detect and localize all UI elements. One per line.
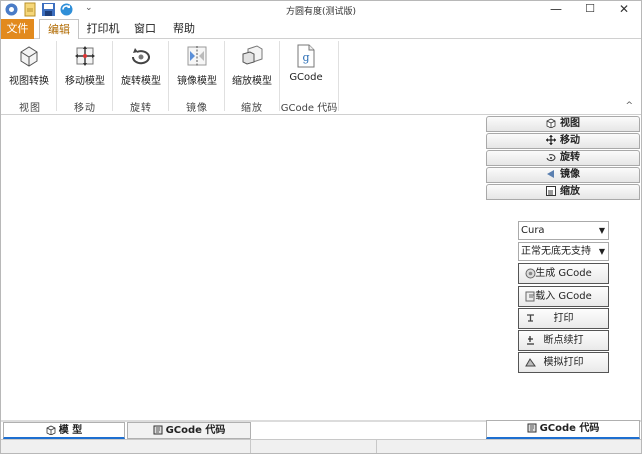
mirror-icon — [187, 46, 207, 66]
ribbon-scale-model-button[interactable]: 缩放模型 — [227, 41, 277, 93]
app-window: ⌄ 方圆有度(测试版) — ☐ ✕ 文件 编辑 打印机 窗口 帮助 视图转换 移… — [0, 0, 642, 454]
ribbon-button-label: 镜像模型 — [177, 76, 217, 87]
tab-label: GCode 代码 — [165, 425, 226, 436]
menu-help[interactable]: 帮助 — [167, 19, 201, 39]
group-label-rotate: 旋转 — [130, 103, 152, 114]
action-label: 断点续打 — [543, 335, 584, 346]
resume-print-button[interactable]: 断点续打 — [518, 330, 609, 351]
chevron-down-icon: ▼ — [598, 247, 605, 256]
svg-text:g: g — [302, 51, 309, 64]
panel-tab-label: 视图 — [560, 118, 580, 129]
slicer-select-value: Cura — [521, 225, 545, 236]
scale-icon — [242, 45, 263, 65]
tab-gcode-left[interactable]: GCode 代码 — [127, 422, 251, 439]
print-button[interactable]: 打印 — [518, 308, 609, 329]
panel-tab-view[interactable]: 视图 — [486, 116, 640, 132]
group-separator — [168, 41, 169, 111]
menu-window[interactable]: 窗口 — [128, 19, 162, 39]
chevron-down-icon: ▼ — [598, 226, 605, 235]
ribbon-mirror-model-button[interactable]: 镜像模型 — [172, 41, 222, 93]
ribbon-gcode-button[interactable]: g GCode — [284, 41, 328, 93]
group-separator — [112, 41, 113, 111]
status-segment — [1, 440, 251, 453]
panel-tab-rotate[interactable]: 旋转 — [486, 150, 640, 166]
group-label-gcode: GCode 代码 — [280, 103, 338, 114]
group-label-mirror: 镜像 — [186, 103, 208, 114]
ribbon-rotate-model-button[interactable]: 旋转模型 — [116, 41, 166, 93]
ribbon: 视图转换 移动模型 旋转模型 镜像模型 缩放模型 g GCode 视图 移动 旋… — [1, 39, 641, 115]
group-separator — [224, 41, 225, 111]
action-label: 生成 GCode — [535, 268, 592, 279]
move-icon — [75, 46, 95, 66]
scale-icon — [546, 186, 556, 196]
group-separator — [338, 41, 339, 111]
simulate-icon — [525, 358, 536, 367]
title-bar: ⌄ 方圆有度(测试版) — ☐ ✕ — [1, 1, 641, 19]
print-mode-select[interactable]: 正常无底无支持 ▼ — [518, 242, 609, 261]
tab-label: 模 型 — [58, 425, 83, 436]
ribbon-button-label: 旋转模型 — [121, 76, 161, 87]
simulate-print-button[interactable]: 模拟打印 — [518, 352, 609, 373]
status-bar — [1, 439, 641, 453]
load-gcode-button[interactable]: 载入 GCode — [518, 286, 609, 307]
gcode-file-icon — [153, 425, 163, 435]
minimize-button[interactable]: — — [539, 1, 573, 19]
tab-model[interactable]: 模 型 — [3, 422, 125, 439]
status-segment — [251, 440, 377, 453]
action-label: 模拟打印 — [543, 357, 584, 368]
cube-view-icon — [20, 46, 38, 67]
action-label: 载入 GCode — [535, 291, 592, 302]
menu-printer[interactable]: 打印机 — [83, 19, 123, 39]
panel-tab-move[interactable]: 移动 — [486, 133, 640, 149]
cube-icon — [46, 425, 56, 435]
generate-icon — [525, 268, 536, 279]
maximize-button[interactable]: ☐ — [573, 1, 607, 19]
close-button[interactable]: ✕ — [607, 1, 641, 19]
ribbon-button-label: 缩放模型 — [232, 76, 272, 87]
ribbon-move-model-button[interactable]: 移动模型 — [60, 41, 110, 93]
print-icon — [527, 314, 534, 322]
ribbon-button-label: 视图转换 — [9, 76, 49, 87]
group-label-move: 移动 — [74, 103, 96, 114]
menu-edit[interactable]: 编辑 — [39, 19, 79, 40]
slicer-select[interactable]: Cura ▼ — [518, 221, 609, 240]
panel-tab-label: 移动 — [560, 135, 580, 146]
ribbon-button-label: 移动模型 — [65, 76, 105, 87]
resume-icon — [527, 336, 534, 345]
group-separator — [56, 41, 57, 111]
move-arrows-icon — [546, 135, 556, 145]
gcode-file-icon — [527, 423, 537, 433]
mirror-icon — [547, 170, 554, 178]
menu-bar: 文件 编辑 打印机 窗口 帮助 — [1, 19, 641, 40]
tab-label: GCode 代码 — [539, 423, 600, 434]
rotate-icon — [131, 48, 150, 65]
panel-tab-mirror[interactable]: 镜像 — [486, 167, 640, 183]
group-label-view: 视图 — [19, 103, 41, 114]
panel-tab-scale[interactable]: 缩放 — [486, 184, 640, 200]
action-label: 打印 — [553, 313, 574, 324]
gcode-file-icon: g — [297, 44, 315, 68]
panel-tab-label: 镜像 — [560, 169, 580, 180]
rotate-icon — [546, 154, 556, 162]
cube-icon — [546, 118, 556, 128]
panel-tab-label: 缩放 — [560, 186, 580, 197]
print-mode-select-value: 正常无底无支持 — [521, 246, 591, 257]
tab-gcode-right[interactable]: GCode 代码 — [486, 420, 640, 439]
ribbon-view-convert-button[interactable]: 视图转换 — [5, 41, 53, 93]
menu-file[interactable]: 文件 — [1, 19, 34, 39]
generate-gcode-button[interactable]: 生成 GCode — [518, 263, 609, 284]
group-label-scale: 缩放 — [241, 103, 263, 114]
model-viewport[interactable] — [1, 115, 485, 421]
ribbon-button-label: GCode — [289, 72, 323, 83]
status-segment — [377, 440, 641, 453]
panel-tab-label: 旋转 — [560, 152, 580, 163]
load-icon — [525, 291, 535, 302]
ribbon-collapse-button[interactable]: ^ — [625, 101, 633, 111]
